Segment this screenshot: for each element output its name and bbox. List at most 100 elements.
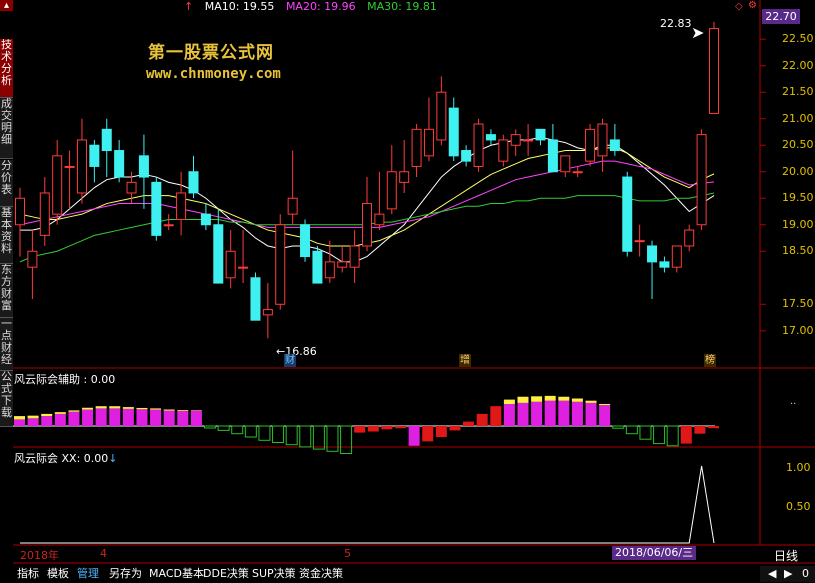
toolbar-item[interactable]: DDE决策 xyxy=(201,565,251,582)
indicator1-bar xyxy=(136,409,148,426)
scroll-right-icon[interactable]: ▶ xyxy=(784,567,792,580)
candle-body xyxy=(634,240,645,243)
toolbar-item[interactable]: SUP决策 xyxy=(250,565,298,582)
indicator1-bar-cap xyxy=(68,410,80,412)
side-tab[interactable]: 技术分析 xyxy=(0,39,13,98)
candle-body xyxy=(126,181,137,194)
indicator1-bar-cap xyxy=(177,410,189,412)
indicator1-bar xyxy=(41,416,53,426)
indicator1-bar xyxy=(82,409,94,426)
indicator1-bar xyxy=(639,425,652,440)
indicator1-bar xyxy=(312,425,325,450)
indicator1-bar xyxy=(517,402,529,426)
toolbar-item[interactable]: MACD基本 xyxy=(147,565,206,582)
side-tab[interactable]: 东方财富 xyxy=(0,264,13,318)
candle-body xyxy=(448,107,459,157)
indicator1-bar xyxy=(150,409,162,426)
candle-body xyxy=(200,213,211,226)
stock-chart-window: ↑ MA10: 19.55 MA20: 19.96 MA30: 19.81 ▴ … xyxy=(0,0,815,583)
ma20-legend: MA20: 19.96 xyxy=(285,0,356,13)
indicator1-bar-cap xyxy=(14,416,25,420)
toolbar-item[interactable]: 指标 xyxy=(15,565,41,582)
indicator1-bar-cap xyxy=(571,398,583,402)
price-tick-label: 22.00 xyxy=(782,58,814,72)
ma-legend: ↑ MA10: 19.55 MA20: 19.96 MA30: 19.81 xyxy=(184,0,437,13)
indicator1-bar xyxy=(27,418,39,426)
candle-body xyxy=(176,192,187,220)
indicator1-bar-cap xyxy=(150,408,162,410)
indicator1-bar xyxy=(367,426,379,432)
candle-body xyxy=(498,139,509,162)
mouse-cursor-icon: ➤ xyxy=(691,23,705,42)
scroll-left-icon[interactable]: ◀ xyxy=(768,567,776,580)
candle-body xyxy=(312,250,323,284)
chart-canvas[interactable] xyxy=(0,0,815,583)
side-tab[interactable]: 公式下载 xyxy=(0,371,13,427)
candle-body xyxy=(399,171,410,183)
indicator1-bar xyxy=(435,426,447,437)
arrow-down-icon: ↓ xyxy=(108,452,118,465)
indicator1-bar-cap xyxy=(163,409,175,411)
indicator1-bar xyxy=(625,425,638,435)
candle-body xyxy=(76,139,87,194)
period-label[interactable]: 日线 xyxy=(774,547,798,564)
indicator1-bar xyxy=(14,419,25,426)
candle-body xyxy=(138,155,149,178)
indicator1-bar xyxy=(217,425,230,431)
toolbar-item[interactable]: 另存为 xyxy=(107,565,144,582)
candle-body xyxy=(225,250,236,279)
indicator1-bar xyxy=(558,400,570,426)
side-tab[interactable]: 一点财经 xyxy=(0,318,13,371)
candle-body xyxy=(64,165,75,168)
candle-body xyxy=(461,150,472,162)
indicator1-bar xyxy=(299,425,312,448)
candle-body xyxy=(337,261,348,268)
candle-body xyxy=(300,224,311,258)
candle-body xyxy=(597,123,608,157)
candle-body xyxy=(15,197,25,226)
indicator2-title-wrap[interactable]: 风云际会 XX: 0.00↓ xyxy=(14,450,117,466)
toolbar-item[interactable]: 资金决策 xyxy=(297,565,345,582)
indicator1-bar xyxy=(653,425,666,445)
indicator1-bar-cap xyxy=(54,412,66,414)
toolbar-item[interactable]: 管理 xyxy=(75,565,101,582)
event-marker-cai[interactable]: 财 xyxy=(284,354,296,367)
low-price-label: ←16.86 xyxy=(276,345,317,358)
indicator2-tick-1: 1.00 xyxy=(786,461,811,474)
indicator1-title[interactable]: 风云际会辅助 : 0.00 xyxy=(14,371,115,387)
scroll-control[interactable]: ◀ ▶ 0 xyxy=(760,566,815,582)
indicator1-bar xyxy=(395,426,407,429)
indicator1-bar xyxy=(381,426,393,430)
candle-body xyxy=(275,224,286,305)
candle-body xyxy=(362,203,372,247)
watermark-url: www.chnmoney.com xyxy=(146,66,281,82)
side-tab[interactable]: 成交明细 xyxy=(0,98,13,159)
indicator2-line xyxy=(20,465,715,544)
event-marker-zeng[interactable]: 增 xyxy=(459,354,471,367)
indicator1-bar-cap xyxy=(41,413,53,417)
candle-body xyxy=(39,192,50,236)
candle-body xyxy=(411,128,422,167)
candle-body xyxy=(386,171,397,210)
toolbar-item[interactable]: 模板 xyxy=(45,565,71,582)
indicator1-bar xyxy=(708,426,719,429)
corner-tab[interactable]: ▴ xyxy=(0,0,13,11)
event-marker-bang[interactable]: 榜 xyxy=(704,354,716,367)
candle-body xyxy=(262,309,273,316)
scroll-value: 0 xyxy=(801,567,809,580)
candlestick-series xyxy=(15,21,719,339)
indicator1-bar-cap xyxy=(109,406,121,409)
settings-icon[interactable]: ⚙ xyxy=(748,0,757,11)
indicator1-bar xyxy=(531,401,543,426)
side-tab[interactable]: 分价表 xyxy=(0,160,13,207)
indicator1-bar-cap xyxy=(136,407,148,410)
price-tick-label: 17.00 xyxy=(782,323,814,337)
indicator1-bar xyxy=(68,411,80,426)
diamond-icon[interactable]: ◇ xyxy=(735,1,743,12)
indicator1-bar xyxy=(571,401,583,426)
indicator1-bar xyxy=(272,425,285,443)
candle-body xyxy=(585,128,596,162)
side-tab[interactable]: 基本资料 xyxy=(0,207,13,264)
indicator1-bar xyxy=(122,408,134,426)
indicator1-bar xyxy=(476,413,488,426)
